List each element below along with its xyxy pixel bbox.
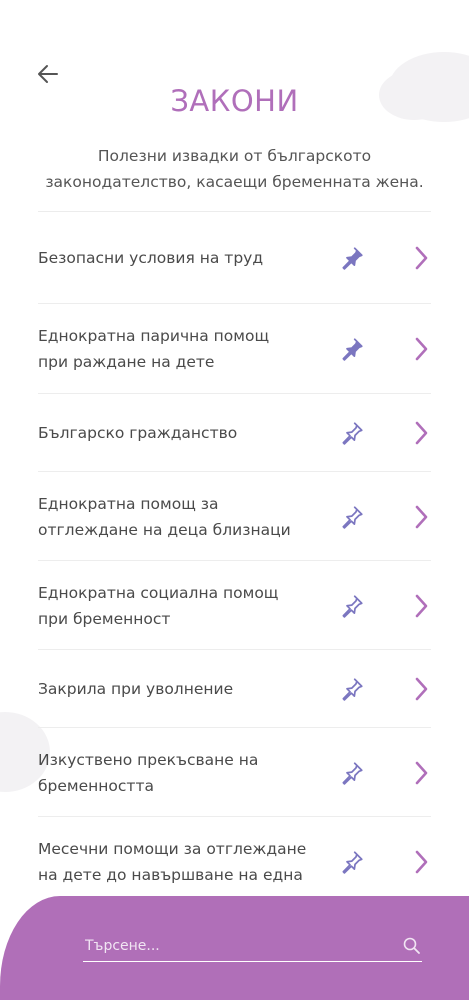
list-item-label: Месечни помощи за отглеждане на дете до н… [38, 836, 431, 888]
chevron-right-icon[interactable] [411, 674, 431, 704]
subtitle-line-1: Полезни извадки от българското [97, 147, 372, 165]
list-item[interactable]: Еднократна социална помощ при бременност [38, 561, 431, 650]
list-item[interactable]: Българско гражданство [38, 394, 431, 472]
list-item-label: Еднократна помощ за отглеждане на деца бл… [38, 491, 431, 543]
chevron-right-icon[interactable] [411, 758, 431, 788]
list-item-label-line-1: Еднократна социална помощ [38, 583, 279, 602]
list-item-label: Изкуствено прекъсване на бременността [38, 747, 431, 799]
list-item-label: Закрила при уволнение [38, 676, 431, 702]
list-item-label: Еднократна социална помощ при бременност [38, 580, 431, 632]
pin-filled-icon[interactable] [337, 243, 367, 273]
list-item[interactable]: Изкуствено прекъсване на бременността [38, 728, 431, 817]
list-item[interactable]: Еднократна парична помощ при раждане на д… [38, 304, 431, 394]
page-subtitle: Полезни извадки от българското законодат… [30, 143, 439, 195]
list-item-label-line-2: при раждане на дете [38, 353, 215, 371]
list-item[interactable]: Месечни помощи за отглеждане на дете до н… [38, 817, 431, 907]
pin-outline-icon[interactable] [337, 847, 367, 877]
chevron-right-icon[interactable] [411, 243, 431, 273]
search-field[interactable] [83, 932, 422, 962]
list-item[interactable]: Закрила при уволнение [38, 650, 431, 728]
chevron-right-icon[interactable] [411, 591, 431, 621]
list-item-label-line-1: Еднократна помощ за [38, 494, 219, 513]
arrow-left-icon [38, 65, 58, 83]
list-item-label-line-1: Изкуствено прекъсване на [38, 750, 259, 769]
pin-filled-icon[interactable] [337, 334, 367, 364]
chevron-right-icon[interactable] [411, 418, 431, 448]
pin-outline-icon[interactable] [337, 502, 367, 532]
page-title: ЗАКОНИ [170, 84, 299, 118]
list-item-label-line-1: Безопасни условия на труд [38, 249, 264, 267]
chevron-right-icon[interactable] [411, 502, 431, 532]
pin-outline-icon[interactable] [337, 418, 367, 448]
list-item-label-line-2: отглеждане на деца близнаци [38, 520, 291, 539]
list-item-label-line-1: Месечни помощи за отглеждане [38, 840, 307, 858]
list-item-label: Българско гражданство [38, 420, 431, 446]
list-item-label-line-2: на дете до навършване на една [38, 866, 303, 884]
list-item-label-line-1: Българско гражданство [38, 424, 238, 442]
list-item-label: Безопасни условия на труд [38, 245, 431, 271]
list-item-label-line-2: при бременност [38, 609, 171, 628]
chevron-right-icon[interactable] [411, 847, 431, 877]
subtitle-line-2: законодателство, касаещи бременната жена… [45, 173, 424, 191]
search-icon[interactable] [402, 936, 422, 956]
list-item[interactable]: Еднократна помощ за отглеждане на деца бл… [38, 472, 431, 561]
pin-outline-icon[interactable] [337, 758, 367, 788]
list-item-label-line-1: Закрила при уволнение [38, 680, 234, 698]
list-item-label-line-2: бременността [38, 776, 154, 795]
pin-outline-icon[interactable] [337, 591, 367, 621]
list-item[interactable]: Безопасни условия на труд [38, 212, 431, 304]
search-input[interactable] [83, 932, 383, 960]
list-item-label-line-1: Еднократна парична помощ [38, 327, 270, 345]
list-item-label: Еднократна парична помощ при раждане на д… [38, 323, 431, 375]
chevron-right-icon[interactable] [411, 334, 431, 364]
pin-outline-icon[interactable] [337, 674, 367, 704]
